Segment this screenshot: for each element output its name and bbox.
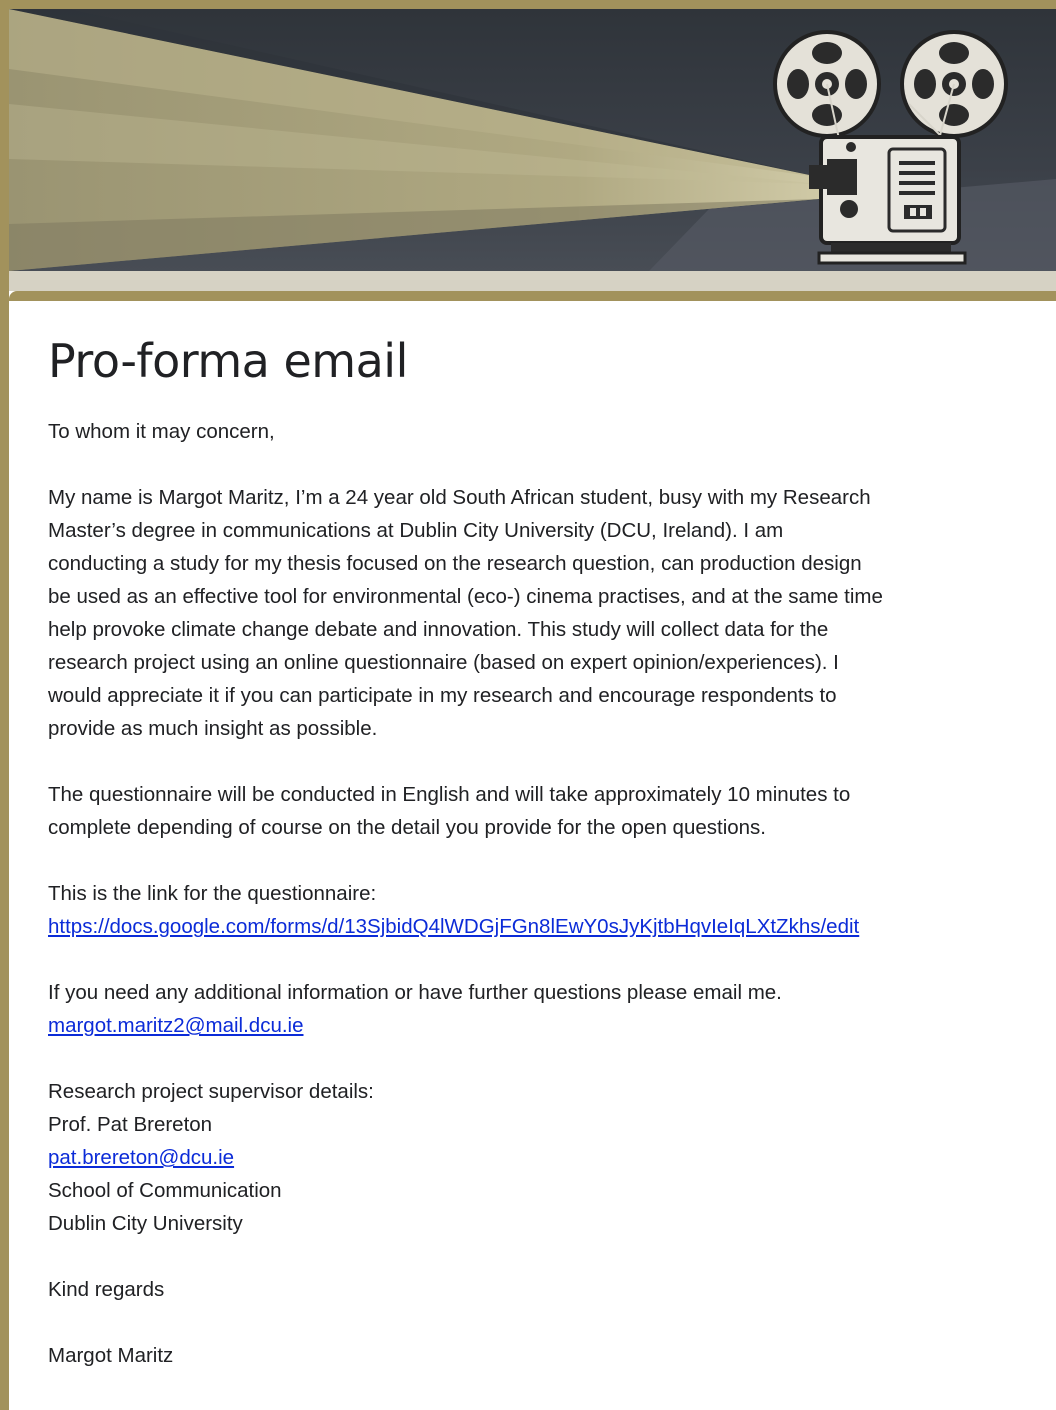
signature-text: Margot Maritz bbox=[48, 1344, 174, 1367]
form-description-card: Pro-forma email To whom it may concern, … bbox=[48, 331, 1038, 1372]
film-projector-icon bbox=[9, 9, 1056, 271]
form-frame: Pro-forma email To whom it may concern, … bbox=[0, 0, 1056, 1410]
contact-text: If you need any additional information o… bbox=[48, 981, 782, 1004]
header-banner bbox=[9, 9, 1056, 271]
supervisor-heading: Research project supervisor details: bbox=[48, 1080, 374, 1103]
card-accent-bar bbox=[9, 291, 1056, 309]
supervisor-university: Dublin City University bbox=[48, 1212, 243, 1235]
form-title: Pro-forma email bbox=[48, 334, 408, 388]
intro-line: Master’s degree in communications at Dub… bbox=[48, 519, 784, 542]
questionnaire-link[interactable]: https://docs.google.com/forms/d/13SjbidQ… bbox=[48, 910, 1038, 943]
intro-line: would appreciate it if you can participa… bbox=[48, 684, 837, 707]
duration-line: complete depending of course on the deta… bbox=[48, 816, 766, 839]
supervisor-school: School of Communication bbox=[48, 1179, 282, 1202]
supervisor-email-link[interactable]: pat.brereton@dcu.ie bbox=[48, 1141, 234, 1174]
questionnaire-link-label: This is the link for the questionnaire: bbox=[48, 882, 377, 905]
greeting-text: To whom it may concern, bbox=[48, 420, 275, 443]
intro-line: My name is Margot Maritz, I’m a 24 year … bbox=[48, 486, 871, 509]
closing-text: Kind regards bbox=[48, 1278, 165, 1301]
supervisor-name: Prof. Pat Brereton bbox=[48, 1113, 213, 1136]
banner-divider bbox=[9, 271, 1056, 291]
questionnaire-link-paragraph: This is the link for the questionnaire: … bbox=[48, 877, 1038, 943]
intro-line: provide as much insight as possible. bbox=[48, 717, 378, 740]
contact-paragraph: If you need any additional information o… bbox=[48, 976, 1038, 1042]
intro-line: research project using an online questio… bbox=[48, 651, 839, 674]
supervisor-details: Research project supervisor details: Pro… bbox=[48, 1075, 1038, 1240]
duration-paragraph: The questionnaire will be conducted in E… bbox=[48, 778, 1038, 844]
intro-paragraph: My name is Margot Maritz, I’m a 24 year … bbox=[48, 481, 1038, 745]
duration-line: The questionnaire will be conducted in E… bbox=[48, 783, 851, 806]
contact-email-link[interactable]: margot.maritz2@mail.dcu.ie bbox=[48, 1014, 304, 1037]
intro-line: conducting a study for my thesis focused… bbox=[48, 552, 862, 575]
intro-line: be used as an effective tool for environ… bbox=[48, 585, 883, 608]
intro-line: help provoke climate change debate and i… bbox=[48, 618, 829, 641]
